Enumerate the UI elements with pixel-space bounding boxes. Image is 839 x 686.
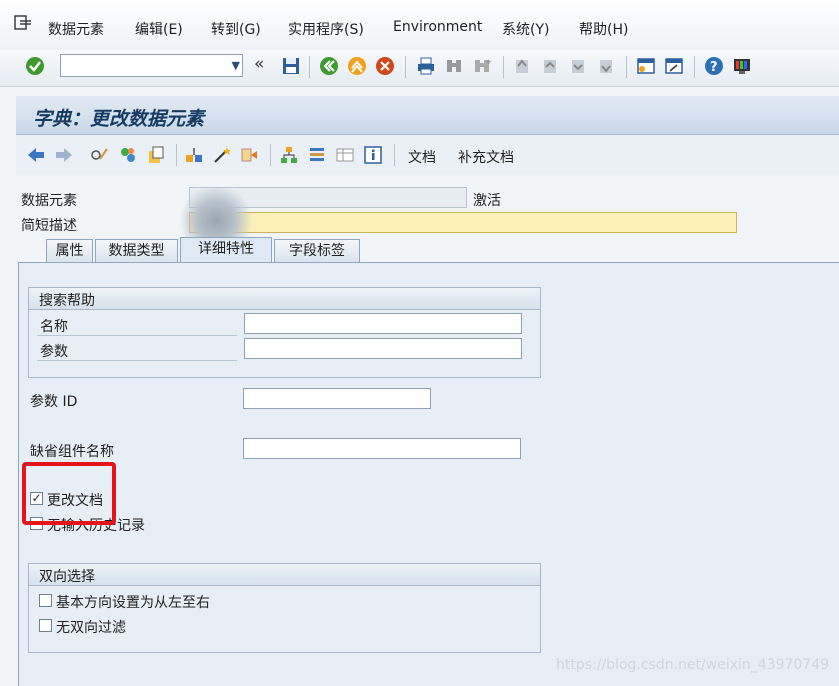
help-icon[interactable]: ? [704,56,724,76]
enter-icon[interactable] [25,56,45,76]
toolbar-separator [694,56,695,78]
row-divider [37,335,237,336]
chevron-down-icon[interactable]: ▼ [232,55,240,76]
short-description-label: 简短描述 [21,218,77,234]
shortcut-icon[interactable] [664,56,684,76]
tab-attributes[interactable]: 属性 [46,239,93,263]
toolbar-separator [503,56,504,78]
ltr-checkbox[interactable] [39,594,52,607]
ltr-label: 基本方向设置为从左至右 [56,595,210,611]
short-description-field[interactable] [189,212,737,233]
collapse-icon[interactable]: « [254,54,264,74]
status-text: 激活 [473,193,501,209]
toolbar-separator [405,56,406,78]
save-icon[interactable] [281,56,301,76]
search-help-group: 搜索帮助 名称 参数 [28,287,541,378]
default-component-label: 缺省组件名称 [30,444,114,460]
back-icon[interactable] [319,56,339,76]
tab-panel: 搜索帮助 名称 参数 参数 ID 缺省组件名称 ✓ 更改文档 无输入历史记录 双… [18,262,839,686]
menu-help[interactable]: 帮助(H) [579,19,628,39]
standard-toolbar: ▼ « + ? [0,50,839,87]
supplementary-documentation-button[interactable]: 补充文档 [458,147,514,167]
hierarchy-icon[interactable] [279,145,299,165]
data-element-label: 数据元素 [21,193,77,209]
last-page-icon[interactable] [596,56,616,76]
menu-bar: 数据元素 编辑(E) 转到(G) 实用程序(S) Environment 系统(… [0,0,839,50]
search-help-name-label: 名称 [40,319,68,335]
exit-icon[interactable] [347,56,367,76]
print-icon[interactable] [416,56,436,76]
highlight-box [22,462,116,525]
application-toolbar: 文档 补充文档 [16,135,839,175]
svg-text:+: + [486,58,492,66]
toolbar-separator [626,56,627,78]
no-bidi-filter-checkbox[interactable] [39,619,52,632]
list-icon[interactable] [307,145,327,165]
search-help-param-label: 参数 [40,344,68,360]
bidi-group: 双向选择 基本方向设置为从左至右 无双向过滤 [28,563,541,653]
toolbar-separator [309,56,310,78]
search-help-param-input[interactable] [244,338,522,359]
table-icon[interactable] [335,145,355,165]
parameter-id-label: 参数 ID [30,394,78,410]
svg-text:?: ? [710,60,718,75]
bidi-group-header: 双向选择 [29,564,540,586]
navigation-icon[interactable] [240,145,260,165]
command-field[interactable]: ▼ [60,54,243,77]
magic-wand-icon[interactable] [212,145,232,165]
toolbar-separator [394,144,395,166]
tab-data-type[interactable]: 数据类型 [95,239,178,263]
title-bar: 字典：更改数据元素 [16,96,839,135]
activate-icon[interactable] [146,145,166,165]
documentation-button[interactable]: 文档 [408,147,436,167]
menu-edit[interactable]: 编辑(E) [135,19,183,39]
where-used-icon[interactable] [184,145,204,165]
menu-utilities[interactable]: 实用程序(S) [288,19,364,39]
first-page-icon[interactable] [512,56,532,76]
toolbar-separator [176,144,177,166]
search-help-name-input[interactable] [244,313,522,334]
tab-field-label[interactable]: 字段标签 [274,239,360,263]
forward-arrow-icon[interactable] [54,145,74,165]
next-page-icon[interactable] [568,56,588,76]
parameter-id-input[interactable] [243,388,431,409]
check-icon[interactable] [118,145,138,165]
info-icon[interactable] [363,145,383,165]
menu-system[interactable]: 系统(Y) [502,19,549,39]
menu-data-element[interactable]: 数据元素 [48,19,104,39]
toolbar-separator [270,144,271,166]
search-help-group-header: 搜索帮助 [29,288,540,310]
new-session-icon[interactable] [636,56,656,76]
page-title: 字典：更改数据元素 [33,108,205,130]
back-arrow-icon[interactable] [26,145,46,165]
search-help-group-title: 搜索帮助 [39,293,95,309]
no-bidi-filter-label: 无双向过滤 [56,620,126,636]
bidi-group-title: 双向选择 [39,569,95,585]
row-divider [37,360,237,361]
customize-layout-icon[interactable] [732,56,752,76]
previous-page-icon[interactable] [540,56,560,76]
menu-goto[interactable]: 转到(G) [211,19,261,39]
cancel-icon[interactable] [375,56,395,76]
watermark: https://blog.csdn.net/weixin_43970749 [556,657,830,673]
menu-environment[interactable]: Environment [393,19,482,35]
display-change-icon[interactable] [90,145,110,165]
default-component-input[interactable] [243,438,521,459]
menu-icon[interactable] [14,15,32,31]
tab-further-characteristics[interactable]: 详细特性 [180,237,272,263]
find-icon[interactable] [444,56,464,76]
find-next-icon[interactable]: + [472,56,492,76]
